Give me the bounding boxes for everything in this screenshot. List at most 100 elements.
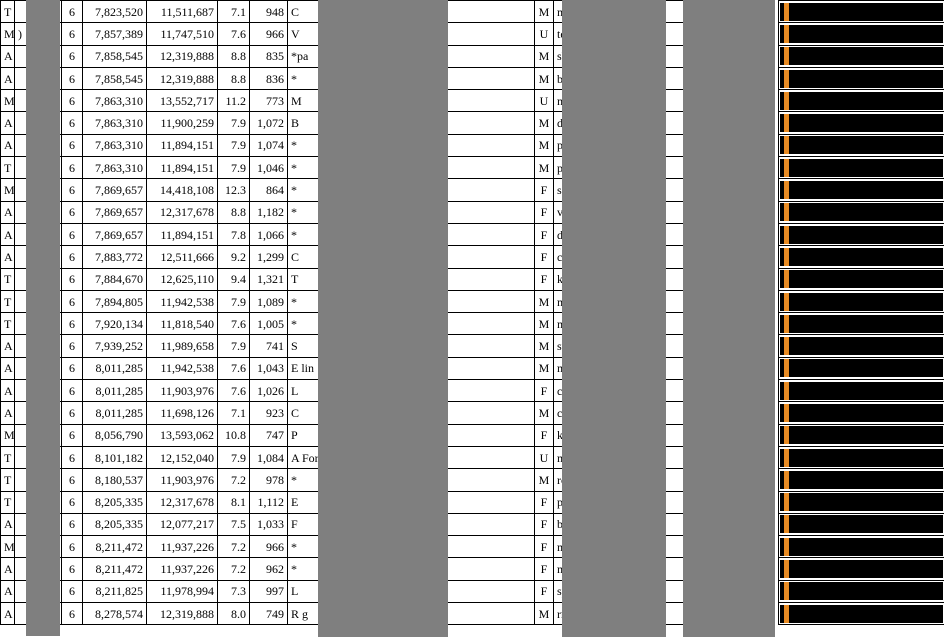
cell-count: 1,182 [250,201,288,223]
cell-num1: 7,869,657 [83,223,147,245]
table-row[interactable]: A67,863,31011,900,2597.91,072BMdt .com [1,112,944,134]
cell-num2: 13,552,717 [147,90,218,112]
cell-six: 6 [62,179,83,201]
table-row[interactable]: A67,858,54512,319,8888.8835*paMsh ok.com [1,45,944,67]
table-row[interactable]: A68,011,28511,942,5387.61,043E linMmi o.… [1,357,944,379]
cell-pct: 7.9 [218,290,250,312]
cell-count: 1,046 [250,157,288,179]
cell-num1: 7,863,310 [83,157,147,179]
cell-num1: 8,180,537 [83,469,147,491]
cell-count: 948 [250,1,288,23]
cell-num1: 8,211,825 [83,580,147,602]
cell-num1: 7,857,389 [83,23,147,45]
cell-progress [779,290,944,312]
cell-progress [779,201,944,223]
cell-sex: U [535,23,554,45]
cell-num1: 7,884,670 [83,268,147,290]
progress-bar-icon [780,114,943,132]
cell-progress [779,513,944,535]
cell-num2: 11,894,151 [147,134,218,156]
cell-sex: M [535,335,554,357]
cell-progress [779,469,944,491]
table-row[interactable]: A67,869,65711,894,1517.81,066*Fda net [1,223,944,245]
cell-progress [779,157,944,179]
cell-num2: 13,593,062 [147,424,218,446]
cell-pct: 7.2 [218,536,250,558]
cell-sex: U [535,90,554,112]
table-row[interactable]: A67,858,54512,319,8888.8836*Mbr net [1,67,944,89]
cell-count: 741 [250,335,288,357]
cell-six: 6 [62,90,83,112]
cell-num2: 11,900,259 [147,112,218,134]
cell-sex: F [535,558,554,580]
table-row[interactable]: A68,278,57412,319,8888.0749R gMrm n [1,603,944,625]
table-row[interactable]: T67,863,31011,894,1517.91,046*Mpz [1,157,944,179]
table-row[interactable]: M)67,857,38911,747,5107.6966VUte [1,23,944,45]
progress-bar-icon [780,493,943,511]
cell-sex: M [535,603,554,625]
cell-pct: 8.8 [218,201,250,223]
cell-progress [779,558,944,580]
cell-count: 835 [250,45,288,67]
cell-num2: 12,625,110 [147,268,218,290]
cell-letter-a: A [1,335,15,357]
table-row[interactable]: A68,011,28511,903,9767.61,026LFch [1,380,944,402]
table-row[interactable]: A68,211,47211,937,2267.2962*Fme n [1,558,944,580]
table-row[interactable]: M67,869,65714,418,10812.3864*Fsg [1,179,944,201]
cell-num2: 11,894,151 [147,223,218,245]
table-row[interactable]: A68,011,28511,698,1267.1923CMch com [1,402,944,424]
cell-num2: 12,317,678 [147,201,218,223]
cell-sex: F [535,268,554,290]
cell-letter-a: T [1,446,15,468]
cell-progress [779,23,944,45]
cell-num2: 11,937,226 [147,536,218,558]
cell-progress [779,446,944,468]
progress-bar-icon [780,404,943,422]
table-row[interactable]: T68,205,33512,317,6788.11,112EFpe gmail.… [1,491,944,513]
table-row[interactable]: M68,211,47211,937,2267.2966*Fmo n [1,536,944,558]
cell-progress [779,313,944,335]
cell-letter-a: A [1,402,15,424]
table-row[interactable]: A68,205,33512,077,2177.51,033FFbu com [1,513,944,535]
table-row[interactable]: T67,920,13411,818,5407.61,005*Mmo n [1,313,944,335]
cell-num1: 8,211,472 [83,536,147,558]
cell-six: 6 [62,402,83,424]
cell-sex: F [535,424,554,446]
cell-count: 1,072 [250,112,288,134]
cell-num1: 7,858,545 [83,67,147,89]
table-row[interactable]: A67,863,31011,894,1517.91,074*Mpz [1,134,944,156]
cell-num2: 12,077,217 [147,513,218,535]
table-row[interactable]: A67,883,77212,511,6669.21,299CFcn n [1,246,944,268]
cell-count: 1,043 [250,357,288,379]
cell-sex: U [535,446,554,468]
cell-num2: 11,942,538 [147,357,218,379]
cell-num2: 11,989,658 [147,335,218,357]
table-row[interactable]: T67,823,52011,511,6877.1948CMma [1,1,944,23]
table-row[interactable]: M68,056,79013,593,06210.8747PFki net [1,424,944,446]
table-row[interactable]: A67,939,25211,989,6587.9741SMste [1,335,944,357]
table-row[interactable]: T67,884,67012,625,1109.41,321TFke [1,268,944,290]
table-row[interactable]: T68,180,53711,903,9767.2978*Mro [1,469,944,491]
cell-letter-a: A [1,134,15,156]
progress-bar-icon [780,315,943,333]
table-row[interactable]: T67,894,80511,942,5387.91,089*Mme [1,290,944,312]
cell-letter-a: A [1,357,15,379]
cell-pct: 7.6 [218,357,250,379]
table-row[interactable]: A67,869,65712,317,6788.81,182*Fve [1,201,944,223]
cell-pct: 7.1 [218,402,250,424]
progress-bar-icon [780,47,943,65]
table-row[interactable]: M67,863,31013,552,71711.2773MUmi [1,90,944,112]
cell-letter-a: T [1,1,15,23]
cell-pct: 8.0 [218,603,250,625]
table-row[interactable]: A68,211,82511,978,9947.3997LFsp com [1,580,944,602]
cell-num1: 7,883,772 [83,246,147,268]
cell-six: 6 [62,580,83,602]
cell-pct: 8.8 [218,45,250,67]
cell-letter-a: M [1,179,15,201]
cell-sex: M [535,157,554,179]
progress-bar-icon [780,248,943,266]
cell-sex: M [535,402,554,424]
cell-sex: F [535,201,554,223]
cell-progress [779,536,944,558]
table-row[interactable]: T68,101,18212,152,0407.91,084A FordUmf [1,446,944,468]
